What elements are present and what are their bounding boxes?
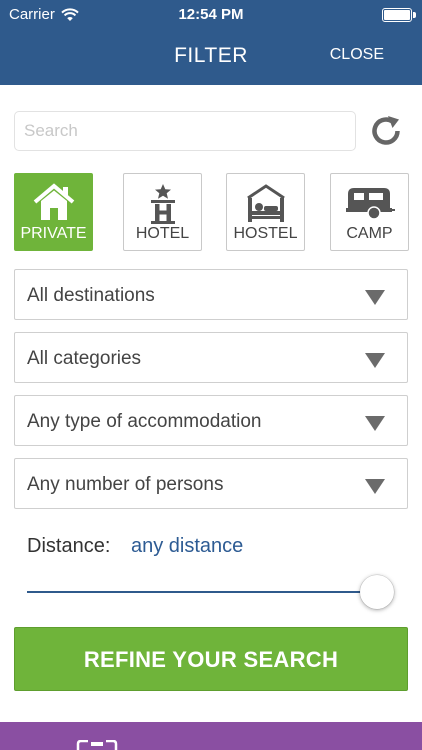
distance-label: Distance: [27, 535, 111, 557]
chevron-down-icon [365, 416, 385, 431]
distance-slider-thumb[interactable] [360, 575, 394, 609]
type-hotel-label: HOTEL [135, 225, 190, 242]
refine-search-button[interactable]: REFINE YOUR SEARCH [14, 627, 408, 691]
destination-select-value: All destinations [27, 285, 155, 306]
header-bar: Carrier 12:54 PM FILTER CLOSE [0, 0, 422, 85]
status-time: 12:54 PM [178, 6, 244, 23]
type-hostel-label: HOSTEL [233, 225, 298, 242]
type-private-label: PRIVATE [20, 225, 87, 242]
type-private-button[interactable]: PRIVATE [14, 173, 93, 251]
accommodation-type-select-value: Any type of accommodation [27, 411, 262, 432]
category-select-value: All categories [27, 348, 142, 369]
type-hotel-button[interactable]: HOTEL [123, 173, 202, 251]
persons-select[interactable]: Any number of persons [14, 458, 408, 509]
type-camp-button[interactable]: CAMP [330, 173, 409, 251]
accommodation-type-select[interactable]: Any type of accommodation [14, 395, 408, 446]
type-hostel-button[interactable]: HOSTEL [226, 173, 305, 251]
caravan-icon [345, 188, 395, 220]
distance-slider-track[interactable] [27, 591, 377, 593]
chevron-down-icon [365, 353, 385, 368]
destination-select[interactable]: All destinations [14, 269, 408, 320]
close-button[interactable]: CLOSE [330, 46, 384, 64]
hotel-icon [150, 184, 175, 224]
battery-icon [382, 8, 416, 22]
persons-select-value: Any number of persons [27, 474, 224, 495]
distance-value[interactable]: any distance [131, 535, 243, 558]
search-input[interactable] [14, 111, 356, 151]
status-bar: Carrier 12:54 PM [0, 0, 422, 30]
category-select[interactable]: All categories [14, 332, 408, 383]
reset-icon[interactable] [368, 113, 404, 149]
bed-icon [246, 184, 285, 222]
type-camp-label: CAMP [346, 225, 393, 242]
footer-logo-icon [76, 740, 118, 750]
house-icon [33, 183, 74, 220]
footer-bar [0, 722, 422, 750]
chevron-down-icon [365, 479, 385, 494]
chevron-down-icon [365, 290, 385, 305]
